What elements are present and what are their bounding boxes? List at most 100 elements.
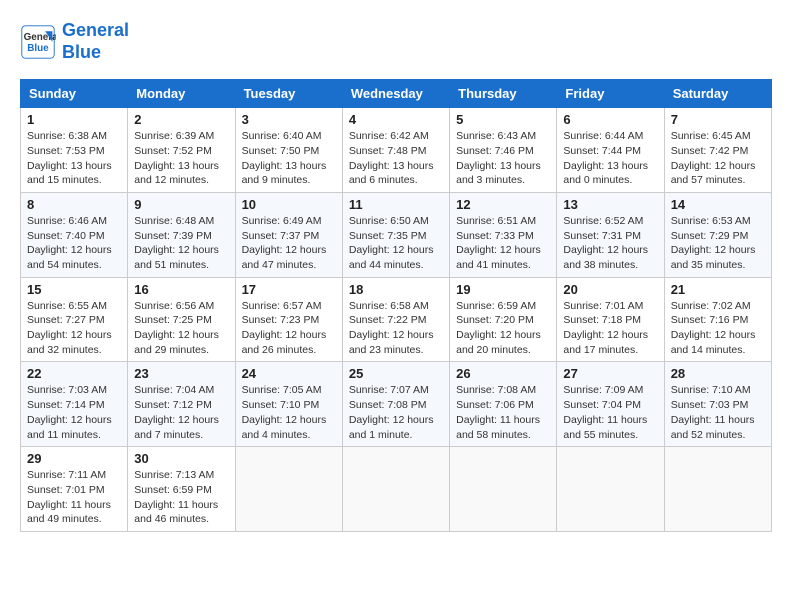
day-info: Sunrise: 6:51 AM Sunset: 7:33 PM Dayligh… <box>456 214 550 273</box>
calendar-cell: 3 Sunrise: 6:40 AM Sunset: 7:50 PM Daylig… <box>235 108 342 193</box>
calendar-table: SundayMondayTuesdayWednesdayThursdayFrid… <box>20 79 772 532</box>
col-header-monday: Monday <box>128 80 235 108</box>
calendar-cell: 20Sunrise: 7:01 AM Sunset: 7:18 PM Dayli… <box>557 277 664 362</box>
day-info: Sunrise: 6:58 AM Sunset: 7:22 PM Dayligh… <box>349 299 443 358</box>
day-info: Sunrise: 6:56 AM Sunset: 7:25 PM Dayligh… <box>134 299 228 358</box>
logo-icon: General Blue <box>20 24 56 60</box>
calendar-cell <box>450 447 557 532</box>
day-info: Sunrise: 6:46 AM Sunset: 7:40 PM Dayligh… <box>27 214 121 273</box>
calendar-cell: 29 Sunrise: 7:11 AM Sunset: 7:01 PM Dayli… <box>21 447 128 532</box>
col-header-saturday: Saturday <box>664 80 771 108</box>
calendar-cell: 26 Sunrise: 7:08 AM Sunset: 7:06 PM Dayli… <box>450 362 557 447</box>
day-number: 18 <box>349 282 443 297</box>
calendar-cell <box>342 447 449 532</box>
day-info: Sunrise: 7:10 AM Sunset: 7:03 PM Dayligh… <box>671 383 765 442</box>
day-number: 10 <box>242 197 336 212</box>
day-info: Sunrise: 6:55 AM Sunset: 7:27 PM Dayligh… <box>27 299 121 358</box>
day-info: Sunrise: 6:49 AM Sunset: 7:37 PM Dayligh… <box>242 214 336 273</box>
day-number: 21 <box>671 282 765 297</box>
day-info: Sunrise: 6:40 AM Sunset: 7:50 PM Dayligh… <box>242 129 336 188</box>
day-number: 19 <box>456 282 550 297</box>
day-info: Sunrise: 6:42 AM Sunset: 7:48 PM Dayligh… <box>349 129 443 188</box>
calendar-cell: 10 Sunrise: 6:49 AM Sunset: 7:37 PM Dayli… <box>235 192 342 277</box>
day-info: Sunrise: 7:11 AM Sunset: 7:01 PM Dayligh… <box>27 468 121 527</box>
day-number: 27 <box>563 366 657 381</box>
day-number: 28 <box>671 366 765 381</box>
svg-text:Blue: Blue <box>27 43 49 54</box>
day-info: Sunrise: 6:59 AM Sunset: 7:20 PM Dayligh… <box>456 299 550 358</box>
day-number: 13 <box>563 197 657 212</box>
day-info: Sunrise: 6:45 AM Sunset: 7:42 PM Dayligh… <box>671 129 765 188</box>
calendar-cell <box>557 447 664 532</box>
calendar-cell: 22 Sunrise: 7:03 AM Sunset: 7:14 PM Dayli… <box>21 362 128 447</box>
day-info: Sunrise: 6:52 AM Sunset: 7:31 PM Dayligh… <box>563 214 657 273</box>
day-info: Sunrise: 6:44 AM Sunset: 7:44 PM Dayligh… <box>563 129 657 188</box>
day-number: 3 <box>242 112 336 127</box>
day-number: 8 <box>27 197 121 212</box>
day-number: 4 <box>349 112 443 127</box>
day-number: 7 <box>671 112 765 127</box>
day-info: Sunrise: 6:48 AM Sunset: 7:39 PM Dayligh… <box>134 214 228 273</box>
logo-blue: Blue <box>62 42 101 62</box>
calendar-cell: 15 Sunrise: 6:55 AM Sunset: 7:27 PM Dayli… <box>21 277 128 362</box>
calendar-cell: 1Sunrise: 6:38 AM Sunset: 7:53 PM Daylig… <box>21 108 128 193</box>
logo-general: General <box>62 20 129 40</box>
day-number: 9 <box>134 197 228 212</box>
day-info: Sunrise: 6:39 AM Sunset: 7:52 PM Dayligh… <box>134 129 228 188</box>
col-header-thursday: Thursday <box>450 80 557 108</box>
calendar-cell: 6 Sunrise: 6:44 AM Sunset: 7:44 PM Daylig… <box>557 108 664 193</box>
day-number: 26 <box>456 366 550 381</box>
day-number: 15 <box>27 282 121 297</box>
calendar-cell: 24 Sunrise: 7:05 AM Sunset: 7:10 PM Dayli… <box>235 362 342 447</box>
calendar-cell: 9 Sunrise: 6:48 AM Sunset: 7:39 PM Daylig… <box>128 192 235 277</box>
day-number: 30 <box>134 451 228 466</box>
day-number: 5 <box>456 112 550 127</box>
page-header: General Blue General Blue <box>20 20 772 63</box>
calendar-cell: 5 Sunrise: 6:43 AM Sunset: 7:46 PM Daylig… <box>450 108 557 193</box>
col-header-wednesday: Wednesday <box>342 80 449 108</box>
calendar-cell: 2Sunrise: 6:39 AM Sunset: 7:52 PM Daylig… <box>128 108 235 193</box>
day-info: Sunrise: 6:43 AM Sunset: 7:46 PM Dayligh… <box>456 129 550 188</box>
calendar-cell: 28 Sunrise: 7:10 AM Sunset: 7:03 PM Dayli… <box>664 362 771 447</box>
calendar-cell: 19 Sunrise: 6:59 AM Sunset: 7:20 PM Dayli… <box>450 277 557 362</box>
calendar-cell: 30Sunrise: 7:13 AM Sunset: 6:59 PM Dayli… <box>128 447 235 532</box>
calendar-cell: 25Sunrise: 7:07 AM Sunset: 7:08 PM Dayli… <box>342 362 449 447</box>
day-number: 14 <box>671 197 765 212</box>
calendar-cell: 7 Sunrise: 6:45 AM Sunset: 7:42 PM Daylig… <box>664 108 771 193</box>
day-info: Sunrise: 7:02 AM Sunset: 7:16 PM Dayligh… <box>671 299 765 358</box>
day-info: Sunrise: 7:03 AM Sunset: 7:14 PM Dayligh… <box>27 383 121 442</box>
day-info: Sunrise: 6:57 AM Sunset: 7:23 PM Dayligh… <box>242 299 336 358</box>
calendar-cell: 17 Sunrise: 6:57 AM Sunset: 7:23 PM Dayli… <box>235 277 342 362</box>
day-number: 29 <box>27 451 121 466</box>
calendar-week-2: 8 Sunrise: 6:46 AM Sunset: 7:40 PM Daylig… <box>21 192 772 277</box>
day-info: Sunrise: 6:38 AM Sunset: 7:53 PM Dayligh… <box>27 129 121 188</box>
day-number: 6 <box>563 112 657 127</box>
col-header-sunday: Sunday <box>21 80 128 108</box>
calendar-week-5: 29 Sunrise: 7:11 AM Sunset: 7:01 PM Dayli… <box>21 447 772 532</box>
day-number: 22 <box>27 366 121 381</box>
day-info: Sunrise: 6:53 AM Sunset: 7:29 PM Dayligh… <box>671 214 765 273</box>
calendar-cell: 21 Sunrise: 7:02 AM Sunset: 7:16 PM Dayli… <box>664 277 771 362</box>
day-number: 11 <box>349 197 443 212</box>
calendar-header-row: SundayMondayTuesdayWednesdayThursdayFrid… <box>21 80 772 108</box>
day-info: Sunrise: 7:08 AM Sunset: 7:06 PM Dayligh… <box>456 383 550 442</box>
calendar-cell: 14 Sunrise: 6:53 AM Sunset: 7:29 PM Dayli… <box>664 192 771 277</box>
day-number: 16 <box>134 282 228 297</box>
day-info: Sunrise: 7:04 AM Sunset: 7:12 PM Dayligh… <box>134 383 228 442</box>
day-info: Sunrise: 7:05 AM Sunset: 7:10 PM Dayligh… <box>242 383 336 442</box>
day-info: Sunrise: 7:07 AM Sunset: 7:08 PM Dayligh… <box>349 383 443 442</box>
col-header-tuesday: Tuesday <box>235 80 342 108</box>
day-number: 24 <box>242 366 336 381</box>
calendar-week-4: 22 Sunrise: 7:03 AM Sunset: 7:14 PM Dayli… <box>21 362 772 447</box>
calendar-cell: 18 Sunrise: 6:58 AM Sunset: 7:22 PM Dayli… <box>342 277 449 362</box>
calendar-cell: 23Sunrise: 7:04 AM Sunset: 7:12 PM Dayli… <box>128 362 235 447</box>
calendar-cell: 4 Sunrise: 6:42 AM Sunset: 7:48 PM Daylig… <box>342 108 449 193</box>
calendar-cell: 13 Sunrise: 6:52 AM Sunset: 7:31 PM Dayli… <box>557 192 664 277</box>
calendar-cell: 12Sunrise: 6:51 AM Sunset: 7:33 PM Dayli… <box>450 192 557 277</box>
calendar-cell: 27 Sunrise: 7:09 AM Sunset: 7:04 PM Dayli… <box>557 362 664 447</box>
calendar-week-1: 1Sunrise: 6:38 AM Sunset: 7:53 PM Daylig… <box>21 108 772 193</box>
day-info: Sunrise: 7:09 AM Sunset: 7:04 PM Dayligh… <box>563 383 657 442</box>
day-number: 17 <box>242 282 336 297</box>
logo-text: General Blue <box>62 20 129 63</box>
calendar-cell: 11Sunrise: 6:50 AM Sunset: 7:35 PM Dayli… <box>342 192 449 277</box>
